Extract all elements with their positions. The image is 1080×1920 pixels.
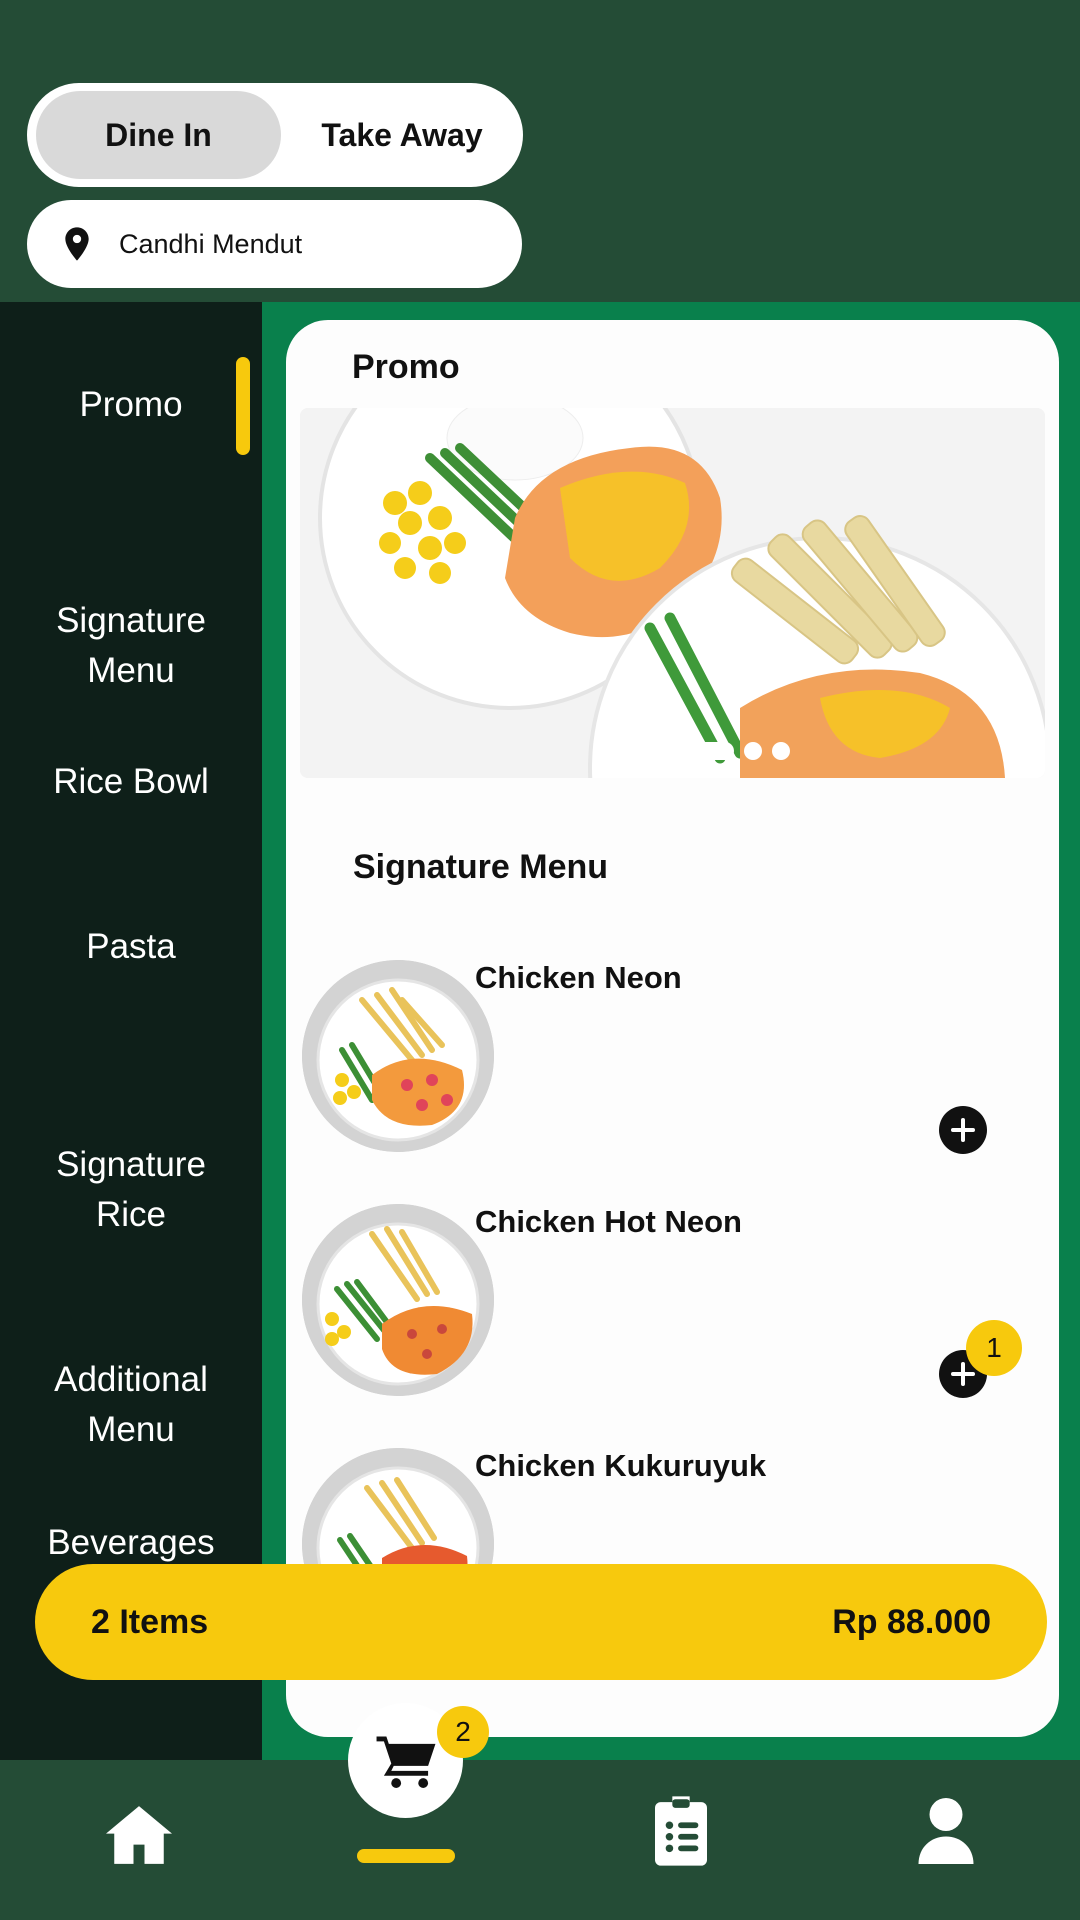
cart-total-price: Rp 88.000 (832, 1602, 991, 1641)
carousel-indicator (638, 742, 800, 760)
signature-menu-section-title: Signature Menu (353, 848, 609, 886)
sidebar-item-additional-menu[interactable]: Additional Menu (0, 1305, 262, 1455)
category-sidebar: Promo Signature Menu Rice Bowl Pasta Sig… (0, 302, 262, 1760)
user-icon[interactable] (918, 1798, 974, 1864)
carousel-dot-active[interactable] (638, 742, 734, 760)
sidebar-item-label: Signature Menu (56, 601, 206, 690)
bottom-navigation (0, 1760, 1080, 1920)
quantity-badge: 1 (966, 1320, 1022, 1376)
cart-count-badge: 2 (437, 1706, 489, 1758)
shopping-cart-icon (376, 1735, 435, 1788)
sidebar-item-pasta[interactable]: Pasta (0, 922, 262, 972)
active-category-indicator (236, 357, 250, 455)
location-name: Candhi Mendut (119, 228, 303, 259)
sidebar-item-signature-menu[interactable]: Signature Menu (0, 546, 262, 696)
cart-item-count: 2 Items (91, 1602, 209, 1641)
sidebar-item-label: Additional Menu (54, 1360, 208, 1449)
sidebar-item-label: Promo (79, 385, 183, 424)
promo-banner[interactable] (300, 408, 1045, 778)
promo-section-title: Promo (352, 348, 460, 386)
clipboard-list-icon[interactable] (655, 1796, 707, 1866)
sidebar-item-label: Pasta (86, 927, 176, 966)
sidebar-item-label: Signature Rice (56, 1145, 206, 1234)
location-selector[interactable]: Candhi Mendut (27, 200, 522, 288)
promo-food-image (300, 408, 1045, 778)
map-pin-icon (65, 227, 89, 261)
menu-item-image (302, 960, 494, 1152)
active-tab-indicator (357, 1849, 455, 1863)
carousel-dot[interactable] (772, 742, 790, 760)
menu-list: Promo Signature Menu Chicken Neon Chicke… (286, 320, 1059, 1737)
home-icon[interactable] (106, 1806, 172, 1864)
cart-summary-bar[interactable]: 2 Items Rp 88.000 (35, 1564, 1047, 1680)
sidebar-item-label: Beverages (47, 1523, 215, 1562)
sidebar-item-rice-bowl[interactable]: Rice Bowl (0, 757, 262, 807)
sidebar-item-promo[interactable]: Promo (0, 357, 262, 455)
menu-item-name: Chicken Hot Neon (475, 1204, 742, 1239)
menu-item-name: Chicken Neon (475, 960, 682, 995)
dine-in-option[interactable]: Dine In (36, 91, 281, 179)
sidebar-item-signature-rice[interactable]: Signature Rice (0, 1090, 262, 1240)
menu-item-name: Chicken Kukuruyuk (475, 1448, 767, 1483)
sidebar-item-beverages[interactable]: Beverages (0, 1518, 262, 1568)
plus-circle-icon[interactable] (939, 1106, 987, 1154)
carousel-dot[interactable] (744, 742, 762, 760)
menu-item[interactable]: Chicken Neon (302, 960, 1042, 1170)
sidebar-item-label: Rice Bowl (53, 762, 209, 801)
menu-item[interactable]: Chicken Hot Neon 1 (302, 1204, 1042, 1414)
take-away-option[interactable]: Take Away (289, 91, 515, 179)
menu-item-image (302, 1204, 494, 1396)
order-type-toggle: Dine In Take Away (27, 83, 523, 187)
